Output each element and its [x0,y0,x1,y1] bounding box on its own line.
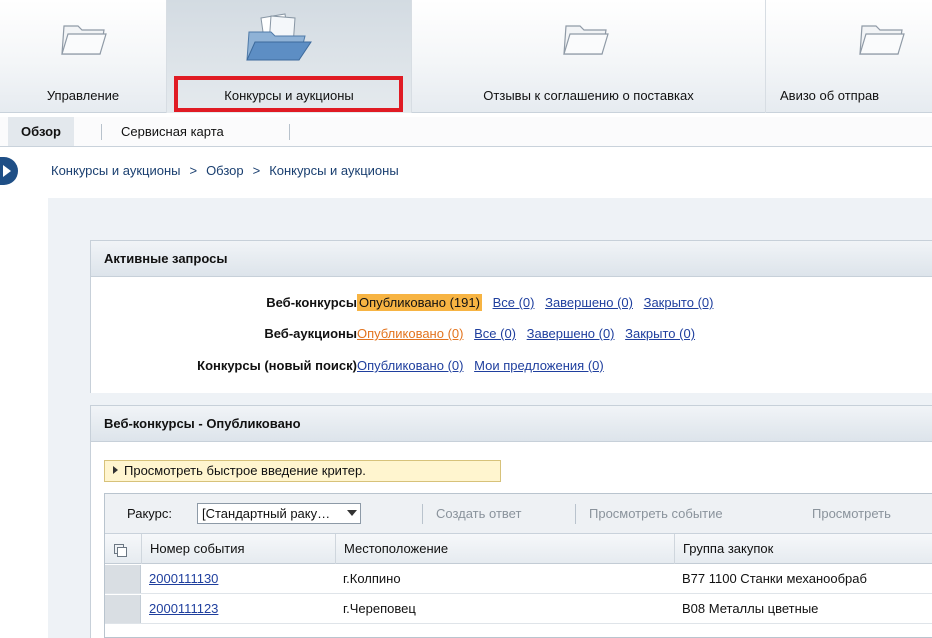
active-requests-header: Активные запросы [90,240,932,277]
quick-criteria-label: Просмотреть быстрое введение критер. [124,463,366,478]
breadcrumb: Конкурсы и аукционы > Обзор > Конкурсы и аук… [51,163,399,178]
tab-service-map[interactable]: Сервисная карта [108,117,237,146]
request-row-web-tenders: Веб-конкурсы Опубликовано (191) Все (0) … [91,293,932,313]
breadcrumb-item[interactable]: Конкурсы и аукционы [51,163,180,178]
dropdown-arrow-icon [347,510,357,516]
breadcrumb-item[interactable]: Обзор [206,163,244,178]
link-completed[interactable]: Завершено (0) [527,326,615,341]
table-row: 2000111123 г.Череповец B08 Металлы цветн… [105,595,932,624]
table-row: 2000111130 г.Колпино B77 1100 Станки мех… [105,565,932,594]
request-row-label: Веб-аукционы [264,326,357,341]
tab-overview[interactable]: Обзор [8,117,74,146]
toolbar-divider [575,504,576,524]
purchasing-group-cell: B77 1100 Станки механообраб [682,571,867,586]
request-row-links: Опубликовано (191) Все (0) Завершено (0)… [357,293,720,313]
expand-arrow-icon[interactable] [0,157,18,185]
folder-icon [859,25,905,55]
select-all-icon [114,544,127,557]
toolbar-divider [422,504,423,524]
event-number-link[interactable]: 2000111130 [149,571,218,586]
expand-triangle-icon [113,466,118,474]
request-row-label: Конкурсы (новый поиск) [197,358,357,373]
request-row-links: Опубликовано (0) Все (0) Завершено (0) З… [357,324,702,344]
active-requests-body: Веб-конкурсы Опубликовано (191) Все (0) … [90,277,932,393]
view-more-button[interactable]: Просмотреть [812,506,891,521]
link-published[interactable]: Опубликовано (191) [357,294,482,311]
location-cell: г.Череповец [343,601,416,616]
event-number-cell: 2000111123 [141,595,335,623]
view-event-button[interactable]: Просмотреть событие [589,506,723,521]
link-all[interactable]: Все (0) [493,295,535,310]
view-label: Ракурс: [127,506,172,521]
open-folder-documents-icon [246,13,312,61]
tab-divider [101,124,102,140]
events-table: Ракурс: [Стандартный раку… Создать ответ… [104,493,932,638]
breadcrumb-item: Конкурсы и аукционы [269,163,399,178]
nav-item-shipping-notice[interactable]: Авизо об отправ [766,0,932,113]
select-all-cell[interactable] [105,534,141,564]
link-published[interactable]: Опубликовано (0) [357,358,463,373]
link-closed[interactable]: Закрыто (0) [644,295,714,310]
quick-criteria-toggle[interactable]: Просмотреть быстрое введение критер. [104,460,501,482]
row-selector[interactable] [105,565,141,593]
table-toolbar: Ракурс: [Стандартный раку… Создать ответ… [105,494,932,534]
link-all[interactable]: Все (0) [474,326,516,341]
table-header: Номер события Местоположение Группа заку… [105,534,932,564]
breadcrumb-separator: > [189,163,198,178]
tab-divider [289,124,290,140]
row-selector[interactable] [105,595,141,623]
highlight-frame [174,76,403,112]
nav-item-label: Отзывы к соглашению о поставках [483,88,694,103]
location-cell: г.Колпино [343,571,401,586]
link-my-offers[interactable]: Мои предложения (0) [474,358,604,373]
nav-item-label: Управление [46,88,120,103]
request-row-web-auctions: Веб-аукционы Опубликовано (0) Все (0) За… [91,324,932,344]
column-header-event-number[interactable]: Номер события [141,534,335,564]
link-closed[interactable]: Закрыто (0) [625,326,695,341]
purchasing-group-cell: B08 Металлы цветные [682,601,819,616]
top-navigation: Управление Конкурсы и аукционы Отзывы к … [0,0,932,113]
create-response-button[interactable]: Создать ответ [436,506,521,521]
request-row-links: Опубликовано (0) Мои предложения (0) [357,356,611,376]
sub-tabs: Обзор Сервисная карта [0,117,932,147]
view-select-value: [Стандартный раку… [202,506,331,521]
event-number-link[interactable]: 2000111123 [149,601,218,616]
nav-item-agreement-responses[interactable]: Отзывы к соглашению о поставках [412,0,766,113]
column-header-purchasing-group[interactable]: Группа закупок [674,534,932,564]
link-published[interactable]: Опубликовано (0) [357,326,463,341]
folder-icon [61,25,107,55]
event-number-cell: 2000111130 [141,565,335,593]
nav-item-management[interactable]: Управление [0,0,167,113]
view-select[interactable]: [Стандартный раку… [197,503,361,524]
folder-icon [563,25,609,55]
request-row-label: Веб-конкурсы [266,295,357,310]
published-panel-header: Веб-конкурсы - Опубликовано [90,405,932,442]
nav-item-label: Авизо об отправ [780,88,880,103]
breadcrumb-separator: > [252,163,261,178]
link-completed[interactable]: Завершено (0) [545,295,633,310]
request-row-new-search: Конкурсы (новый поиск) Опубликовано (0) … [91,356,932,376]
column-header-location[interactable]: Местоположение [335,534,674,564]
